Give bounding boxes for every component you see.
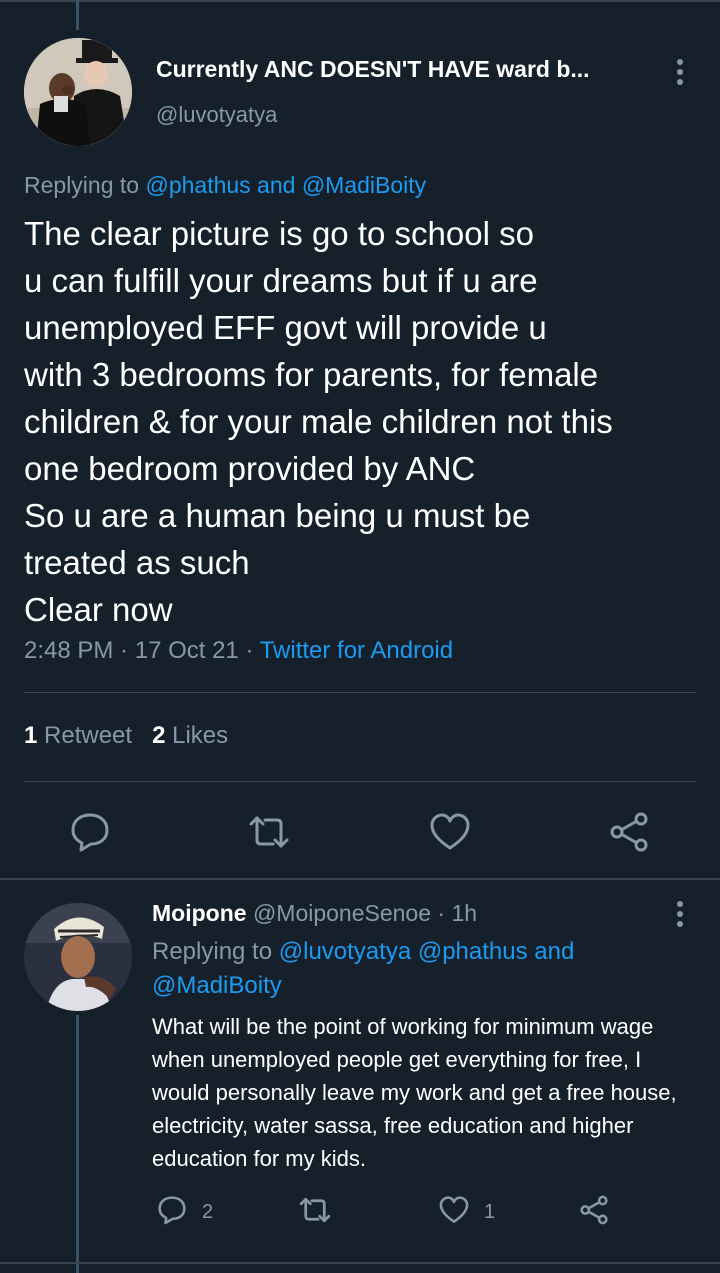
like-count: 2 [152,722,166,749]
reply-header: Moipone @MoiponeSenoe · 1h [152,900,477,927]
author-handle[interactable]: @luvotyatya [156,102,277,128]
section-divider [0,878,720,880]
mention-link[interactable]: @MadiBoity [152,972,282,999]
engagement-stats: 1 Retweet 2 Likes [24,722,228,750]
reply-author-name[interactable]: Moipone [152,900,247,926]
reply-icon[interactable] [68,810,112,854]
likes-stat[interactable]: 2 Likes [152,722,228,749]
retweet-label: Retweet [44,722,133,749]
author-avatar-image [24,38,132,146]
replying-to-label: Replying to [24,172,146,198]
mention-link[interactable]: @phathus [418,938,528,965]
author-avatar[interactable] [24,38,132,146]
mention-link[interactable]: @phathus [145,172,250,198]
retweets-stat[interactable]: 1 Retweet [24,722,132,749]
reply-retweet-button[interactable] [298,1194,346,1230]
meta-separator: · [113,637,135,664]
reply-thread-line [76,1015,79,1273]
replying-to-label: Replying to [152,938,279,965]
mention-joiner: and [250,172,302,198]
mention-link[interactable]: @luvotyatya [279,938,411,965]
reply-reply-button[interactable]: 2 [156,1194,213,1230]
reply-dot: · [431,900,452,926]
reply-timestamp[interactable]: 1h [451,900,477,926]
share-icon[interactable] [607,810,651,854]
tweet-date: 17 Oct 21 [134,637,239,664]
tweet-source-link[interactable]: Twitter for Android [260,637,453,664]
share-icon [578,1194,610,1231]
more-options-icon[interactable] [668,56,692,88]
tweet-detail-screen: Currently ANC DOESN'T HAVE ward b... @lu… [0,0,720,1273]
meta-separator: · [238,637,260,664]
heart-icon [438,1194,470,1231]
reply-like-button[interactable]: 1 [438,1194,495,1230]
reply-more-options-icon[interactable] [668,898,692,930]
reply-replying-to-line: Replying to @luvotyatya @phathus and @Ma… [152,935,672,1003]
tweet-metadata: 2:48 PM · 17 Oct 21 · Twitter for Androi… [24,637,453,665]
mention-joiner: and [527,938,575,965]
reply-author-handle[interactable]: @MoiponeSenoe [253,900,431,926]
reply-avatar-image [24,903,132,1011]
divider [24,781,696,782]
retweet-icon[interactable] [247,810,291,854]
like-label: Likes [172,722,229,749]
retweet-icon [298,1193,332,1232]
reply-count: 2 [202,1200,214,1223]
bottom-divider [0,1262,720,1264]
mention-link[interactable]: @MadiBoity [302,172,426,198]
thread-connector-line [76,0,79,30]
reply-share-button[interactable] [578,1194,610,1230]
divider [24,692,696,693]
tweet-time: 2:48 PM [24,637,114,664]
tweet-body-text: The clear picture is go to school so u c… [24,215,613,628]
reply-icon [156,1194,188,1231]
reply-body-text: What will be the point of working for mi… [152,1014,677,1171]
heart-icon[interactable] [428,810,472,854]
author-display-name[interactable]: Currently ANC DOESN'T HAVE ward b... [156,56,590,83]
reply-like-count: 1 [484,1200,496,1223]
top-divider [0,0,720,2]
reply-author-avatar[interactable] [24,903,132,1011]
replying-to-line: Replying to @phathus and @MadiBoity [24,172,426,199]
retweet-count: 1 [24,722,38,749]
